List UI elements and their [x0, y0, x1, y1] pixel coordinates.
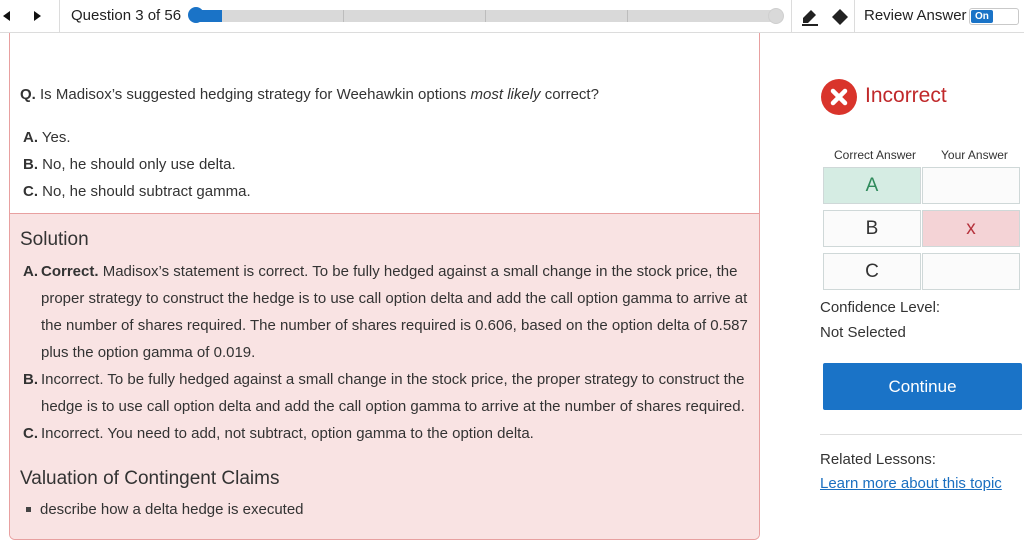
question-area: Q. Is Madisox’s suggested hedging strate…: [10, 33, 759, 214]
solution-item-c: C. Incorrect. You need to add, not subtr…: [23, 420, 753, 447]
progress-start-knob: [188, 7, 204, 23]
correct-answer-cell-a: A: [823, 167, 921, 204]
correct-answer-header: Correct Answer: [834, 148, 917, 162]
solution-text: Incorrect. To be fully hedged against a …: [41, 371, 745, 415]
review-answer-toggle[interactable]: On: [969, 8, 1019, 25]
continue-button[interactable]: Continue: [823, 363, 1022, 410]
incorrect-x-icon: [821, 79, 857, 115]
answer-option-c[interactable]: C. No, he should subtract gamma.: [23, 183, 251, 200]
topic-bullet: describe how a delta hedge is executed: [26, 501, 304, 518]
learn-more-link[interactable]: Learn more about this topic: [820, 475, 1002, 492]
your-answer-cell-a: [922, 167, 1020, 204]
solution-item-b: B. Incorrect. To be fully hedged against…: [23, 366, 753, 420]
correct-answer-cell-b: B: [823, 210, 921, 247]
review-answer-label: Review Answer: [864, 7, 967, 24]
solution-verdict: Correct.: [41, 263, 99, 280]
solution-text: Incorrect. You need to add, not subtract…: [41, 425, 534, 442]
solution-letter: C.: [23, 425, 38, 442]
progress-tick: [627, 10, 628, 22]
solution-letter: A.: [23, 263, 38, 280]
question-card: Q. Is Madisox’s suggested hedging strate…: [9, 33, 760, 540]
solution-title: Solution: [20, 229, 89, 250]
top-bar: Question 3 of 56 Review Answer On: [0, 0, 1024, 33]
divider: [791, 0, 792, 33]
toggle-on-label: On: [971, 10, 993, 23]
option-letter: A.: [23, 129, 38, 146]
question-text: Q. Is Madisox’s suggested hedging strate…: [20, 86, 599, 103]
topic-bullet-text: describe how a delta hedge is executed: [40, 501, 304, 518]
confidence-label: Confidence Level:: [820, 299, 941, 316]
question-text-end: correct?: [540, 86, 599, 103]
divider: [59, 0, 60, 33]
confidence-value: Not Selected: [820, 324, 906, 341]
answer-option-a[interactable]: A. Yes.: [23, 129, 71, 146]
solution-item-a: A. Correct. Madisox’s statement is corre…: [23, 258, 753, 366]
your-answer-cell-b: x: [922, 210, 1020, 247]
your-answer-cell-c: [922, 253, 1020, 290]
solution-panel: Solution A. Correct. Madisox’s statement…: [10, 214, 759, 539]
topic-title: Valuation of Contingent Claims: [20, 468, 280, 489]
option-letter: B.: [23, 156, 38, 173]
your-answer-header: Your Answer: [941, 148, 1008, 162]
eraser-icon[interactable]: [830, 7, 850, 27]
question-prefix: Q.: [20, 86, 36, 103]
question-emphasis: most likely: [470, 86, 541, 103]
answer-option-b[interactable]: B. No, he should only use delta.: [23, 156, 236, 173]
option-text: No, he should only use delta.: [42, 156, 236, 173]
related-lessons-label: Related Lessons:: [820, 451, 936, 468]
progress-end-knob: [768, 8, 784, 24]
prev-arrow-icon[interactable]: [0, 6, 20, 26]
progress-tick: [343, 10, 344, 22]
next-arrow-icon[interactable]: [28, 6, 48, 26]
option-letter: C.: [23, 183, 38, 200]
option-text: No, he should subtract gamma.: [42, 183, 251, 200]
progress-tick: [485, 10, 486, 22]
result-status: Incorrect: [865, 84, 947, 107]
bullet-icon: [26, 506, 31, 512]
solution-text: Madisox’s statement is correct. To be fu…: [41, 263, 748, 361]
question-counter: Question 3 of 56: [71, 7, 182, 24]
divider: [854, 0, 855, 33]
progress-bar: [188, 7, 784, 24]
question-text-start: Is Madisox’s suggested hedging strategy …: [40, 86, 471, 103]
highlighter-icon[interactable]: [800, 7, 820, 27]
divider: [820, 434, 1022, 435]
correct-answer-cell-c: C: [823, 253, 921, 290]
solution-letter: B.: [23, 371, 38, 388]
option-text: Yes.: [41, 129, 71, 146]
